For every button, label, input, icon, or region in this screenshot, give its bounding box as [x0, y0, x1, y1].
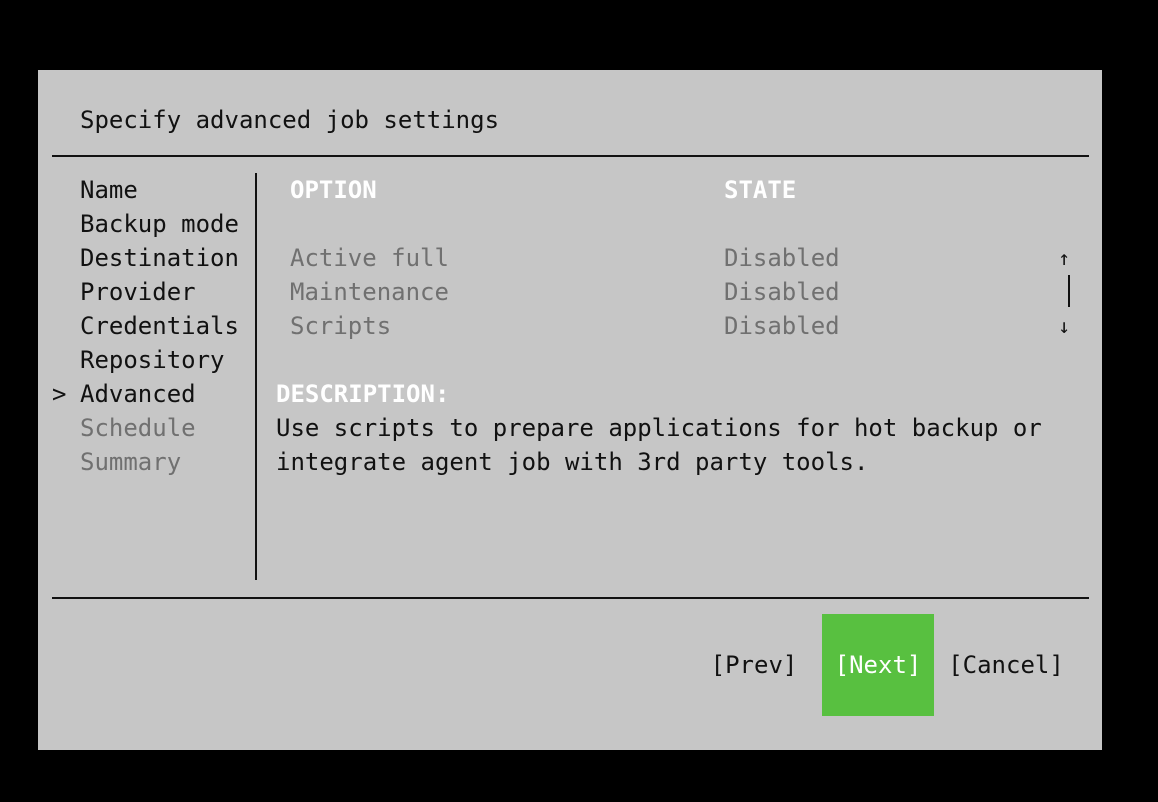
- step-label: Destination: [80, 244, 239, 272]
- sidebar-divider: [255, 173, 257, 580]
- option-state: Disabled: [724, 278, 840, 306]
- step-destination[interactable]: Destination: [80, 241, 239, 275]
- bottom-divider: [52, 597, 1089, 599]
- option-name: Scripts: [290, 312, 392, 340]
- step-label: Provider: [80, 278, 196, 306]
- step-advanced[interactable]: > Advanced: [52, 377, 239, 411]
- option-column-header: OPTION: [290, 176, 377, 204]
- cancel-button[interactable]: [Cancel]: [944, 614, 1068, 716]
- step-label: Schedule: [80, 414, 196, 442]
- option-row-scripts[interactable]: Scripts Disabled: [290, 309, 1070, 343]
- next-button[interactable]: [Next]: [822, 614, 934, 716]
- option-name: Maintenance: [290, 278, 449, 306]
- description-label: DESCRIPTION:: [276, 380, 450, 408]
- option-name: Active full: [290, 244, 449, 272]
- step-label: Summary: [80, 448, 182, 476]
- step-label: Name: [80, 176, 138, 204]
- description-text-line: Use scripts to prepare applications for …: [276, 414, 1042, 442]
- top-divider: [52, 155, 1089, 157]
- step-label: Credentials: [80, 312, 239, 340]
- scrollbar-thumb[interactable]: [1068, 275, 1070, 307]
- dialog-title: Specify advanced job settings: [80, 106, 500, 134]
- wizard-dialog: Specify advanced job settings Name Backu…: [38, 70, 1102, 750]
- option-state: Disabled: [724, 244, 840, 272]
- scroll-down-arrow-icon[interactable]: ↓: [1058, 309, 1070, 343]
- current-step-marker: >: [52, 380, 67, 408]
- step-name[interactable]: Name: [80, 173, 239, 207]
- step-label: Advanced: [80, 380, 196, 408]
- wizard-steps-list: Name Backup mode Destination Provider Cr…: [52, 173, 239, 479]
- state-column-header: STATE: [724, 176, 797, 204]
- step-schedule: Schedule: [80, 411, 239, 445]
- step-credentials[interactable]: Credentials: [80, 309, 239, 343]
- step-label: Backup mode: [80, 210, 239, 238]
- step-summary: Summary: [80, 445, 239, 479]
- step-repository[interactable]: Repository: [80, 343, 239, 377]
- step-backup-mode[interactable]: Backup mode: [80, 207, 239, 241]
- option-row-active-full[interactable]: Active full Disabled: [290, 241, 1070, 275]
- scroll-up-arrow-icon[interactable]: ↑: [1058, 241, 1070, 275]
- option-row-maintenance[interactable]: Maintenance Disabled: [290, 275, 1070, 309]
- option-state: Disabled: [724, 312, 840, 340]
- description-text-line: integrate agent job with 3rd party tools…: [276, 448, 869, 476]
- step-provider[interactable]: Provider: [80, 275, 239, 309]
- step-label: Repository: [80, 346, 225, 374]
- prev-button[interactable]: [Prev]: [704, 614, 804, 716]
